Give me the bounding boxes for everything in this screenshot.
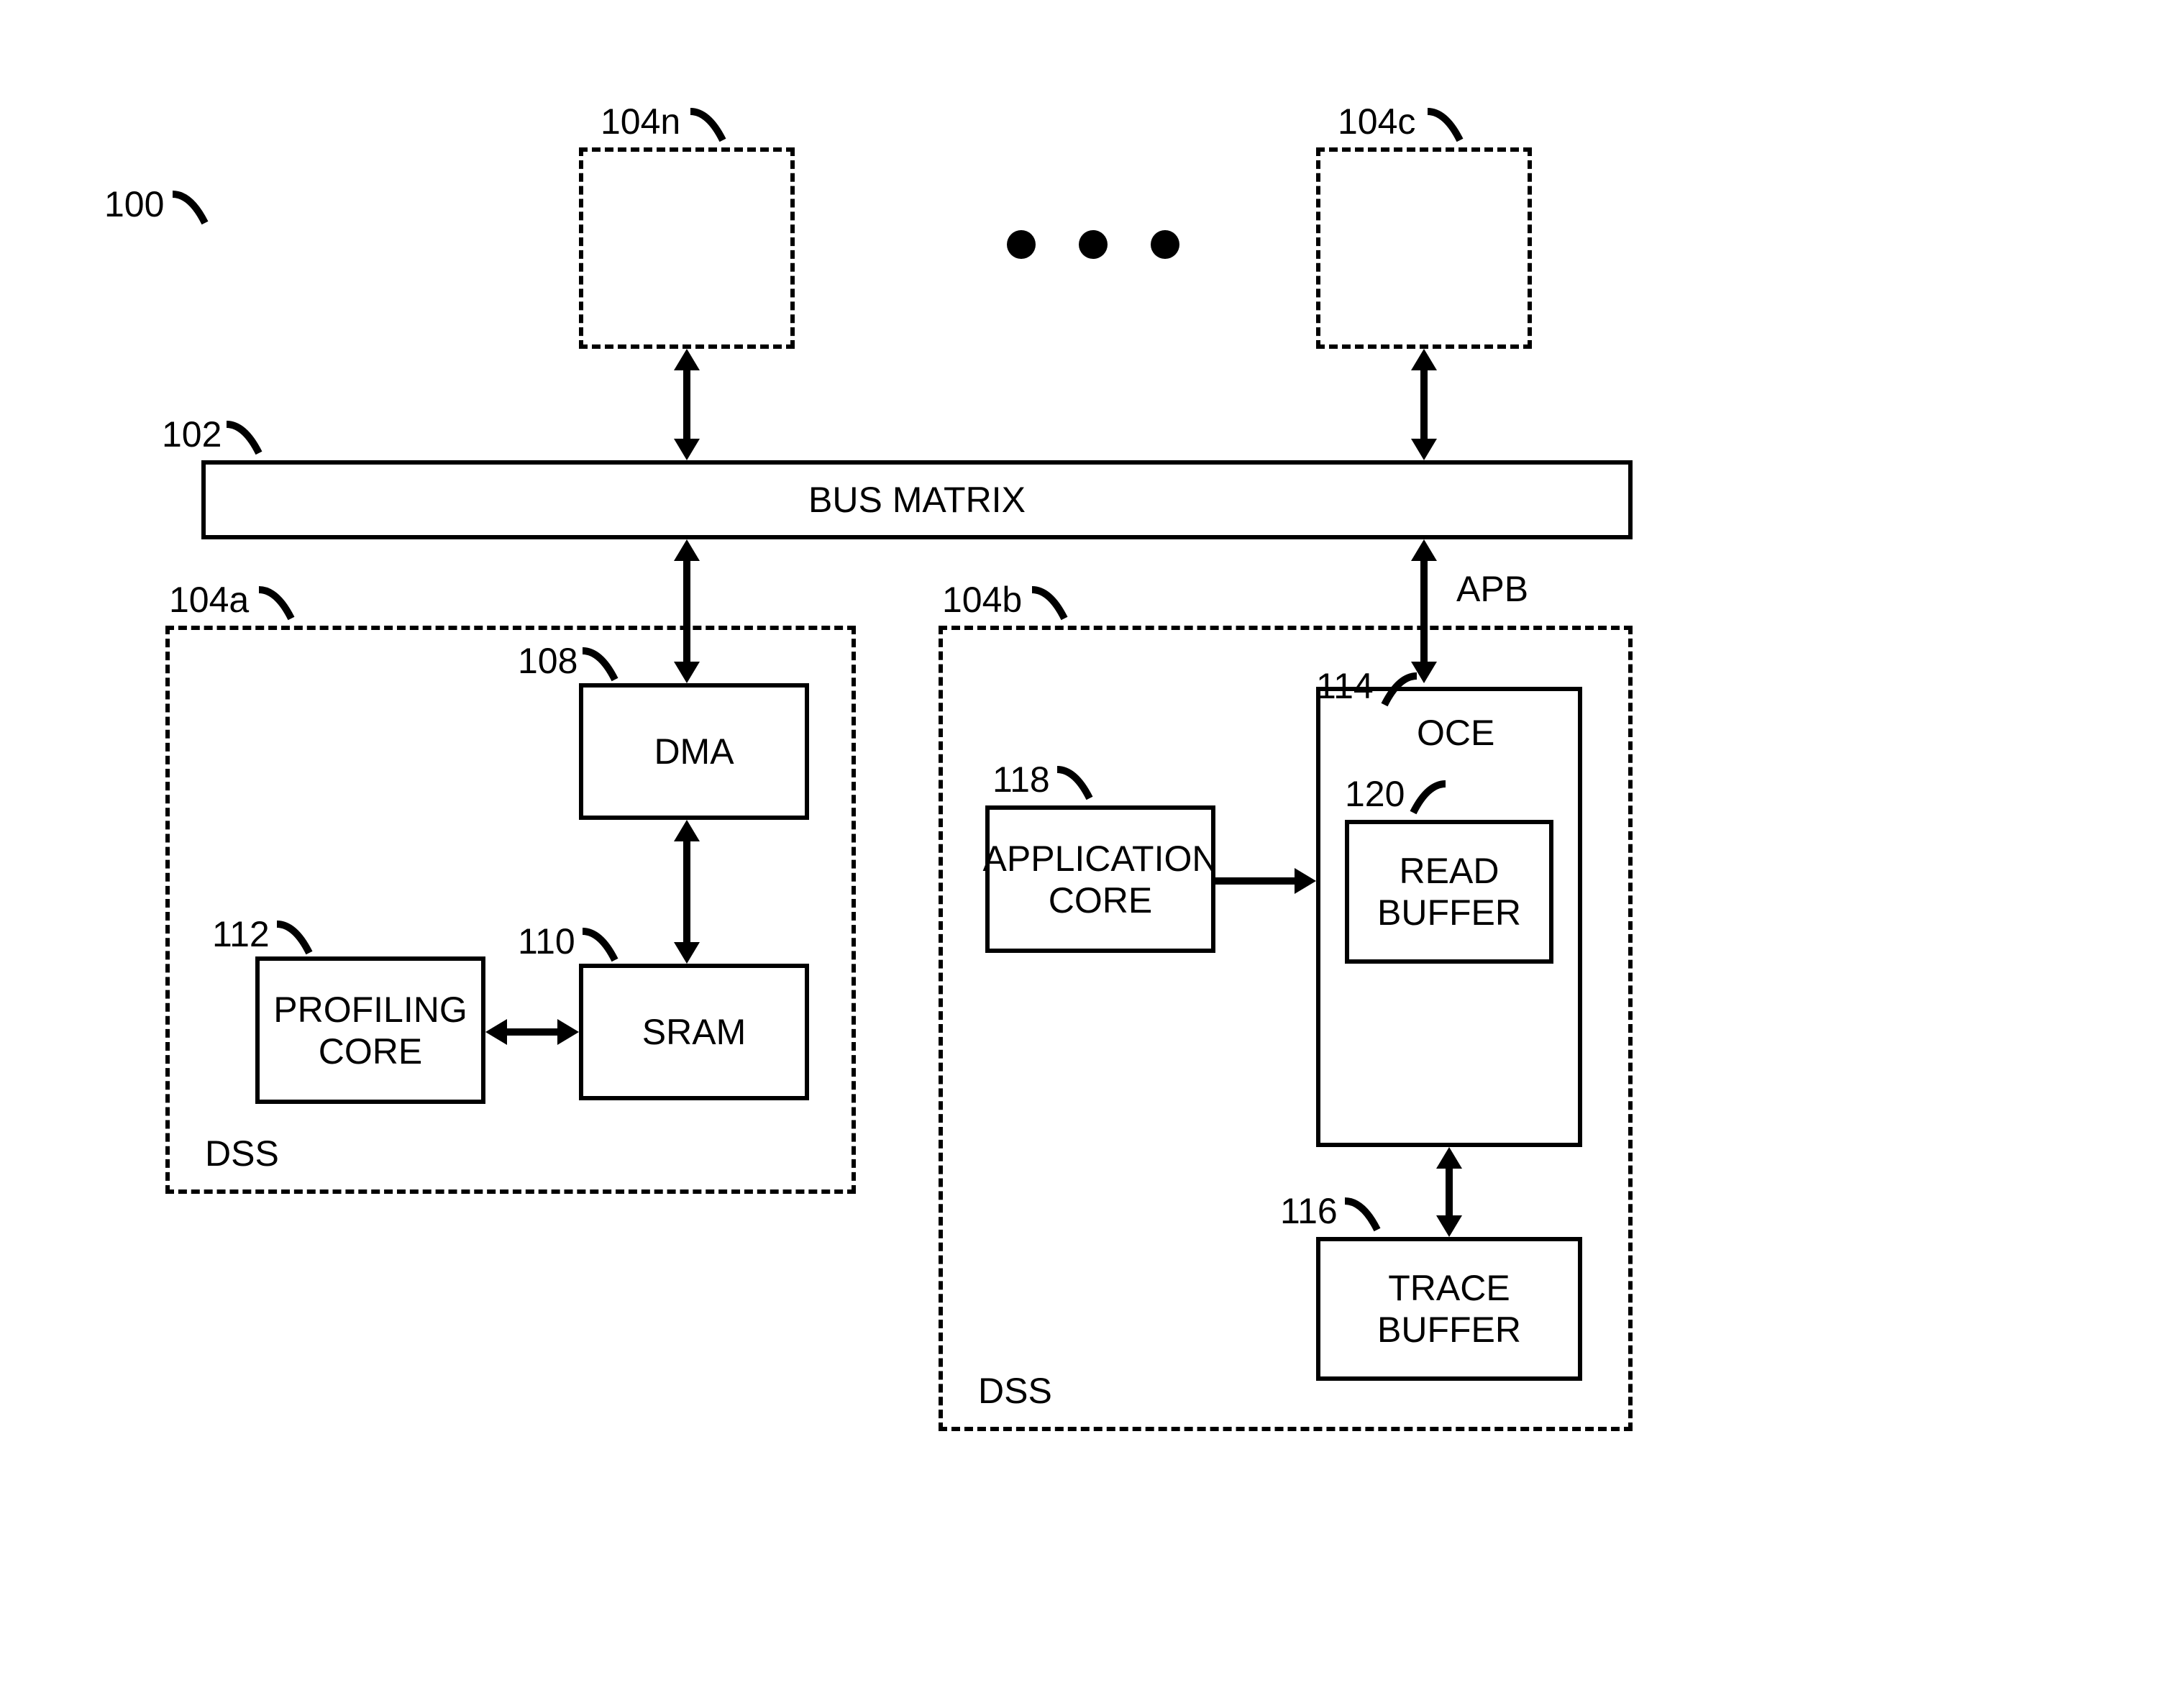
profiling-core-label: PROFILING CORE bbox=[273, 989, 467, 1072]
sram-label: SRAM bbox=[642, 1011, 746, 1053]
ref-104c: 104c bbox=[1338, 101, 1415, 142]
ref-118: 118 bbox=[992, 759, 1050, 800]
ref-104a-tick bbox=[255, 583, 298, 626]
ref-104c-tick bbox=[1424, 104, 1467, 147]
read-buffer-label: READ BUFFER bbox=[1377, 850, 1521, 933]
ref-110: 110 bbox=[518, 921, 575, 962]
read-buffer-box: READ BUFFER bbox=[1345, 820, 1553, 964]
profiling-core-box: PROFILING CORE bbox=[255, 956, 485, 1104]
ref-114: 114 bbox=[1316, 665, 1374, 707]
trace-buffer-label: TRACE BUFFER bbox=[1377, 1267, 1521, 1351]
top-box-104n bbox=[579, 147, 795, 349]
ref-100-tick bbox=[169, 187, 212, 230]
diagram-canvas: 100 104n 104c BUS MATRIX 102 APB bbox=[0, 0, 2182, 1708]
dma-label: DMA bbox=[654, 731, 734, 772]
bus-matrix-label: BUS MATRIX bbox=[808, 479, 1026, 521]
bus-matrix-box: BUS MATRIX bbox=[201, 460, 1633, 539]
app-core-label: APPLICATION CORE bbox=[983, 838, 1218, 921]
ref-102: 102 bbox=[162, 414, 222, 455]
dss-left-label: DSS bbox=[205, 1133, 279, 1174]
trace-buffer-box: TRACE BUFFER bbox=[1316, 1237, 1582, 1381]
ref-116: 116 bbox=[1280, 1190, 1338, 1232]
ellipsis-dots bbox=[1007, 230, 1179, 259]
dss-right-label: DSS bbox=[978, 1370, 1052, 1412]
dot bbox=[1079, 230, 1108, 259]
ref-104a: 104a bbox=[169, 579, 249, 621]
ref-120: 120 bbox=[1345, 773, 1405, 815]
dot bbox=[1151, 230, 1179, 259]
arrow-104c-bus bbox=[1402, 349, 1446, 460]
oce-label: OCE bbox=[1417, 712, 1494, 754]
ref-112: 112 bbox=[212, 913, 270, 955]
arrow-104n-bus bbox=[665, 349, 708, 460]
app-core-box: APPLICATION CORE bbox=[985, 805, 1215, 953]
sram-box: SRAM bbox=[579, 964, 809, 1100]
ref-102-tick bbox=[223, 417, 266, 460]
dma-box: DMA bbox=[579, 683, 809, 820]
ref-104b-tick bbox=[1028, 583, 1072, 626]
ref-104n: 104n bbox=[601, 101, 680, 142]
ref-100: 100 bbox=[104, 183, 164, 225]
apb-label: APB bbox=[1456, 568, 1528, 610]
ref-104n-tick bbox=[687, 104, 730, 147]
top-box-104c bbox=[1316, 147, 1532, 349]
ref-104b: 104b bbox=[942, 579, 1022, 621]
ref-108: 108 bbox=[518, 640, 578, 682]
dot bbox=[1007, 230, 1036, 259]
